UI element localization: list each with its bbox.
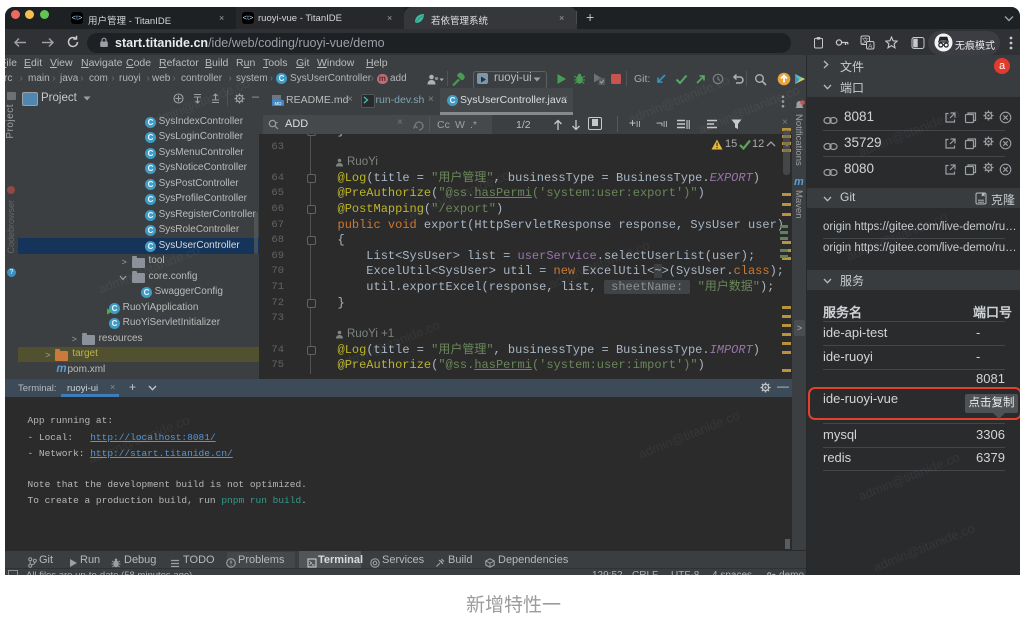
svg-text:MD: MD — [275, 101, 283, 106]
svg-text:A: A — [868, 44, 872, 50]
